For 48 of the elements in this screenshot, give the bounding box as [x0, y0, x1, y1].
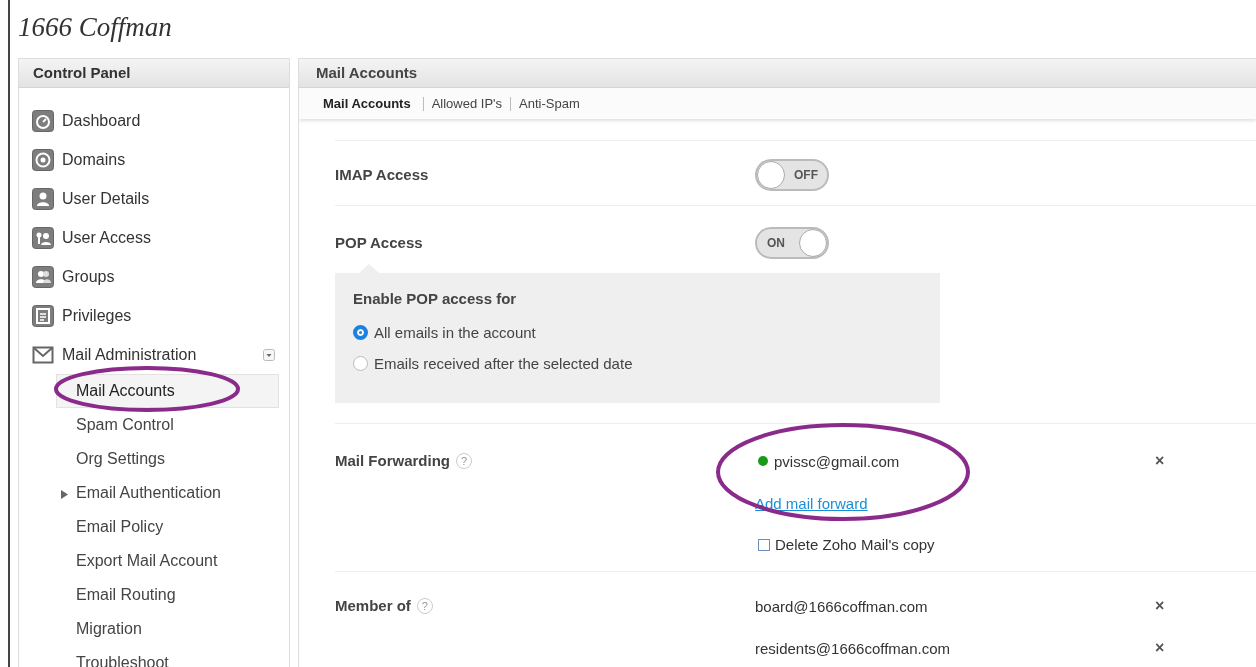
sidebar-subitem[interactable]: Migration [56, 612, 279, 646]
sidebar-subitem[interactable]: Org Settings [56, 442, 279, 476]
sidebar-item[interactable]: Mail Administration [32, 335, 289, 374]
radio-option[interactable]: All emails in the account [353, 317, 922, 348]
sidebar-subitem[interactable]: Mail Accounts [56, 374, 279, 408]
radio-button[interactable] [353, 325, 368, 340]
person-key-icon [32, 226, 54, 249]
gauge-icon [32, 109, 54, 132]
setting-label: Member of [335, 596, 411, 616]
options-heading: Enable POP access for [353, 290, 518, 307]
expand-arrow-icon[interactable] [61, 490, 68, 499]
sidebar-subitem[interactable]: Email Policy [56, 510, 279, 544]
email-address: board@1666coffman.com [755, 597, 929, 615]
radio-option[interactable]: Emails received after the selected date [353, 348, 922, 379]
sidebar-subitem[interactable]: Export Mail Account [56, 544, 279, 578]
sidebar-subitem[interactable]: Email Authentication [56, 476, 279, 510]
sidebar-item[interactable]: User Access [32, 218, 289, 257]
panel-header: Control Panel [19, 59, 289, 88]
remove-button[interactable]: × [1155, 597, 1165, 615]
setting-label: Mail Forwarding [335, 451, 450, 471]
person-icon [32, 187, 54, 210]
toggle-switch[interactable]: ON [755, 227, 829, 259]
checkbox[interactable] [758, 538, 770, 551]
email-address: pvissc@gmail.com [774, 452, 901, 470]
remove-button[interactable]: × [1155, 452, 1165, 470]
tab[interactable]: Mail Accounts [323, 96, 423, 111]
radio-button[interactable] [353, 356, 368, 371]
toggle-switch[interactable]: OFF [755, 159, 829, 191]
sidebar-subitem[interactable]: Email Routing [56, 578, 279, 612]
sidebar-item[interactable]: Domains [32, 140, 289, 179]
setting-label: IMAP Access [335, 165, 429, 185]
site-logo: 1666 Coffman [18, 12, 172, 43]
panel-header: Mail Accounts [299, 59, 1256, 88]
sidebar-item[interactable]: Privileges [32, 296, 289, 335]
tab[interactable]: Allowed IP's [422, 96, 511, 111]
sidebar-subitem[interactable]: Spam Control [56, 408, 279, 442]
setting-label: POP Access [335, 233, 423, 253]
document-icon [32, 304, 54, 327]
checkbox-option[interactable]: Delete Zoho Mail's copy [758, 536, 1256, 553]
dropdown-icon[interactable] [263, 348, 275, 361]
remove-button[interactable]: × [1155, 639, 1165, 657]
tab[interactable]: Anti-Spam [510, 96, 588, 111]
sidebar-item[interactable]: Groups [32, 257, 289, 296]
sidebar-item[interactable]: Dashboard [32, 101, 289, 140]
globe-icon [32, 148, 54, 171]
email-address: residents@1666coffman.com [755, 639, 952, 657]
sidebar-item[interactable]: User Details [32, 179, 289, 218]
people-icon [32, 265, 54, 288]
